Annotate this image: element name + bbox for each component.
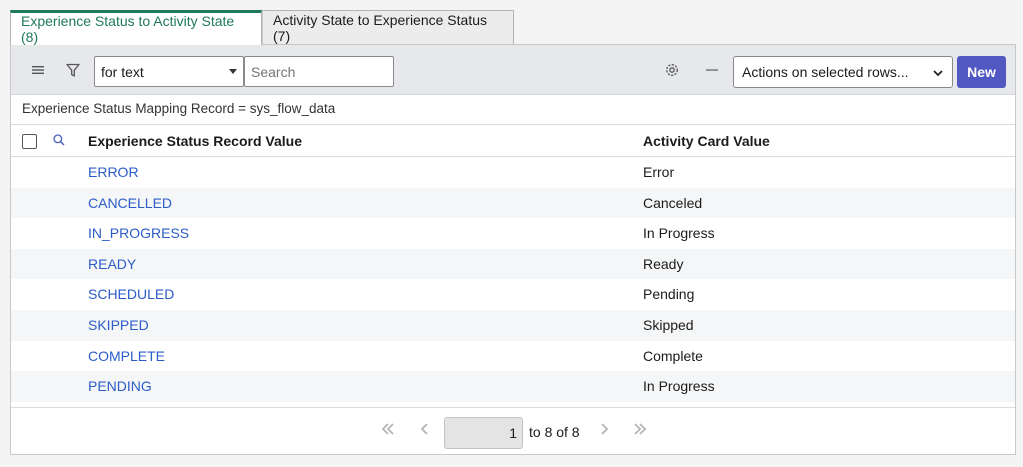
column-header-record-value[interactable]: Experience Status Record Value <box>88 133 302 149</box>
first-page-icon[interactable] <box>381 423 395 438</box>
actions-on-selected-rows-select[interactable]: Actions on selected rows... <box>733 56 953 88</box>
breadcrumb[interactable]: Experience Status Mapping Record = sys_f… <box>22 101 335 116</box>
pagination-bar: 1 to 8 of 8 <box>11 407 1015 455</box>
search-input[interactable] <box>244 56 394 87</box>
column-search-icon[interactable] <box>52 133 66 150</box>
card-value: Skipped <box>643 316 694 333</box>
table-row: CANCELLED Canceled <box>11 187 1015 219</box>
next-page-icon[interactable] <box>599 423 609 438</box>
filter-icon[interactable] <box>63 60 83 80</box>
card-value: In Progress <box>643 225 715 242</box>
table-row: PENDING In Progress <box>11 371 1015 402</box>
table-row: SKIPPED Skipped <box>11 309 1015 341</box>
chevron-down-icon <box>932 66 944 82</box>
record-link[interactable]: IN_PROGRESS <box>88 225 189 241</box>
record-link[interactable]: COMPLETE <box>88 348 165 364</box>
table-row: COMPLETE Complete <box>11 341 1015 372</box>
search-field-select[interactable]: for text <box>94 56 244 87</box>
actions-select-label: Actions on selected rows... <box>742 64 909 80</box>
record-link[interactable]: READY <box>88 256 136 272</box>
record-link[interactable]: SKIPPED <box>88 317 149 333</box>
table-row: ERROR Error <box>11 157 1015 188</box>
tab-activity-to-experience[interactable]: Activity State to Experience Status (7) <box>262 10 514 44</box>
table-header: Experience Status Record Value Activity … <box>11 124 1015 157</box>
card-value: Error <box>643 164 675 180</box>
hamburger-menu-icon[interactable] <box>28 60 48 80</box>
table-row: READY Ready <box>11 248 1015 280</box>
record-link[interactable]: PENDING <box>88 378 152 394</box>
page-range-text: to 8 of 8 <box>529 424 580 440</box>
table-body: ERROR Error CANCELLED Canceled IN_PROGRE… <box>11 157 1015 402</box>
card-value: Canceled <box>643 194 703 211</box>
last-page-icon[interactable] <box>633 423 647 438</box>
gear-icon[interactable] <box>662 60 682 80</box>
card-value: Complete <box>643 347 703 364</box>
select-all-checkbox[interactable] <box>22 134 37 149</box>
column-header-activity-card-value[interactable]: Activity Card Value <box>643 133 770 149</box>
tab-bar: Experience Status to Activity State (8) … <box>10 10 514 45</box>
previous-page-icon[interactable] <box>420 423 430 438</box>
table-row: SCHEDULED Pending <box>11 279 1015 310</box>
chevron-down-icon <box>229 69 237 74</box>
card-value: Pending <box>643 286 695 303</box>
new-button[interactable]: New <box>957 56 1006 88</box>
tab-experience-to-activity[interactable]: Experience Status to Activity State (8) <box>10 10 262 45</box>
record-link[interactable]: ERROR <box>88 164 139 180</box>
card-value: In Progress <box>643 378 715 395</box>
record-link[interactable]: SCHEDULED <box>88 286 174 302</box>
table-row: IN_PROGRESS In Progress <box>11 218 1015 249</box>
collapse-icon[interactable] <box>702 60 722 80</box>
page-number-input[interactable]: 1 <box>444 417 523 449</box>
list-toolbar: for text Actions on selected rows... New <box>11 45 1015 95</box>
related-list-panel: for text Actions on selected rows... New… <box>10 44 1016 455</box>
record-link[interactable]: CANCELLED <box>88 195 172 211</box>
search-field-select-value: for text <box>101 63 144 80</box>
card-value: Ready <box>643 255 684 272</box>
